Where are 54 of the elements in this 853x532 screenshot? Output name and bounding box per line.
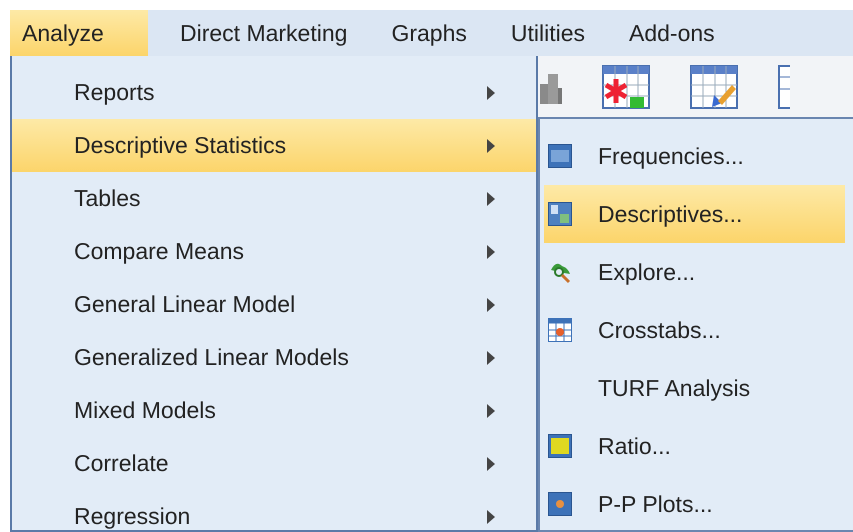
menu-item[interactable]: Correlate [12, 437, 536, 490]
submenu-item[interactable]: P-P Plots... [544, 475, 845, 530]
table-asterisk-icon[interactable] [602, 64, 650, 108]
submenu-arrow-icon [486, 350, 496, 366]
menu-item-label: Compare Means [74, 237, 244, 266]
frequencies-icon [548, 144, 572, 168]
submenu-arrow-icon [486, 456, 496, 472]
menu-item-label: Mixed Models [74, 396, 216, 426]
menu-item-label: Regression [74, 502, 190, 530]
table-icon[interactable] [778, 64, 790, 108]
submenu-item-label: Crosstabs... [598, 316, 721, 345]
menu-item[interactable]: Regression [12, 490, 536, 530]
menu-bar-item[interactable]: Utilities [498, 10, 597, 56]
menu-item[interactable]: General Linear Model [12, 278, 536, 331]
descriptives-icon [548, 202, 572, 226]
submenu-item-label: Explore... [598, 258, 696, 287]
submenu-item[interactable]: TURF Analysis [544, 359, 845, 417]
menu-item-label: Descriptive Statistics [74, 131, 286, 160]
submenu-item-label: Frequencies... [598, 142, 744, 171]
submenu-arrow-icon [486, 84, 496, 100]
submenu-arrow-icon [486, 244, 496, 260]
menu-bar-item[interactable]: Graphs [379, 10, 479, 56]
menu-item[interactable]: Mixed Models [12, 384, 536, 437]
submenu-item-label: Ratio... [598, 432, 671, 461]
submenu-arrow-icon [486, 508, 496, 524]
menu-item-label: Correlate [74, 449, 169, 478]
menu-item[interactable]: Compare Means [12, 225, 536, 278]
submenu-item[interactable]: Frequencies... [544, 127, 845, 185]
menu-bar-item[interactable]: Analyze [10, 10, 148, 56]
ratio-icon [548, 434, 572, 458]
submenu-item-label: Descriptives... [598, 200, 742, 229]
menu-item[interactable]: Reports [12, 66, 536, 119]
submenu-item[interactable]: Ratio... [544, 417, 845, 475]
submenu-item-label: TURF Analysis [598, 374, 750, 403]
table-pencil-icon[interactable] [690, 64, 738, 108]
submenu-arrow-icon [486, 296, 496, 312]
submenu-arrow-icon [486, 402, 496, 418]
submenu-item-label: P-P Plots... [598, 490, 713, 519]
menu-item-label: Tables [74, 184, 140, 214]
submenu-item[interactable]: Descriptives... [544, 185, 845, 243]
menu-bar-item[interactable]: Add-ons [617, 10, 727, 56]
crosstabs-icon [548, 318, 572, 342]
menu-item-label: General Linear Model [74, 290, 296, 320]
menu-item[interactable]: Tables [12, 172, 536, 225]
menu-bar-item[interactable]: Direct Marketing [168, 10, 360, 56]
menu-item[interactable]: Generalized Linear Models [12, 331, 536, 384]
submenu-arrow-icon [486, 138, 496, 154]
plots-icon [548, 492, 572, 516]
submenu-arrow-icon [486, 190, 496, 206]
submenu-item[interactable]: Explore... [544, 243, 845, 301]
menu-item-label: Reports [74, 78, 155, 108]
menu-item[interactable]: Descriptive Statistics [12, 119, 536, 172]
menu-item-label: Generalized Linear Models [74, 343, 349, 372]
submenu-item[interactable]: Crosstabs... [544, 301, 845, 359]
